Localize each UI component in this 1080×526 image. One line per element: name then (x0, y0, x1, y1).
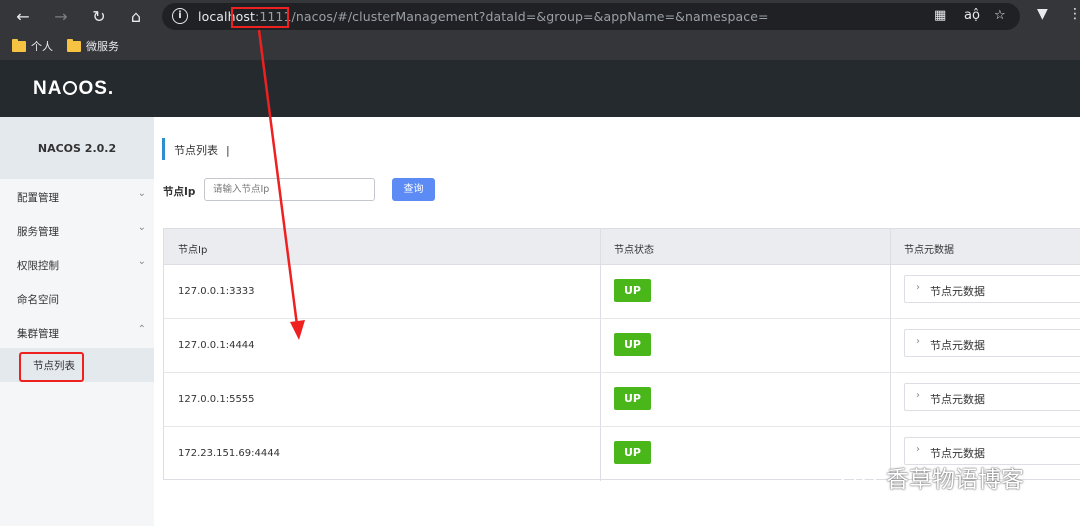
title-divider: | (226, 144, 230, 157)
info-icon[interactable]: i (172, 8, 188, 24)
chevron-down-icon: ⌄ (137, 222, 146, 233)
column-header-status: 节点状态 (614, 245, 654, 256)
address-bar[interactable]: i localhost:1111/nacos/#/clusterManageme… (162, 3, 1020, 30)
sidebar-item-service[interactable]: 服务管理 ⌄ (0, 213, 154, 247)
wechat-icon (840, 465, 876, 489)
bookmark-label: 微服务 (86, 40, 119, 53)
chevron-down-icon: ⌄ (137, 256, 146, 267)
search-button[interactable]: 查询 (392, 178, 435, 201)
node-ip-cell: 127.0.0.1:4444 (178, 340, 255, 351)
chevron-right-icon: › (916, 282, 920, 293)
bookmark-label: 个人 (31, 40, 53, 53)
sidebar-item-cluster[interactable]: 集群管理 ⌃ (0, 315, 154, 349)
folder-icon (12, 38, 26, 52)
annotation-highlight-box (19, 352, 84, 382)
sidebar-item-auth[interactable]: 权限控制 ⌄ (0, 247, 154, 281)
metadata-expander[interactable]: › 节点元数据 (904, 383, 1080, 411)
metadata-label: 节点元数据 (930, 339, 985, 352)
metadata-label: 节点元数据 (930, 285, 985, 298)
metadata-label: 节点元数据 (930, 393, 985, 406)
node-ip-cell: 127.0.0.1:3333 (178, 286, 255, 297)
table-row: 127.0.0.1:5555 UP › 节点元数据 (164, 373, 1080, 427)
sidebar-item-label: 命名空间 (17, 294, 59, 306)
status-badge: UP (614, 387, 651, 410)
metadata-expander[interactable]: › 节点元数据 (904, 275, 1080, 303)
chevron-up-icon: ⌃ (137, 324, 146, 335)
version-title: NACOS 2.0.2 (0, 117, 154, 179)
sidebar-item-label: 权限控制 (17, 260, 59, 272)
metadata-expander[interactable]: › 节点元数据 (904, 329, 1080, 357)
browser-toolbar: ← → ↻ ⌂ i localhost:1111/nacos/#/cluster… (0, 0, 1080, 33)
reload-icon[interactable]: ↻ (88, 6, 110, 28)
chevron-down-icon: ⌄ (137, 188, 146, 199)
node-ip-cell: 127.0.0.1:5555 (178, 394, 255, 405)
more-icon[interactable]: ⋮ (1068, 6, 1080, 22)
home-icon[interactable]: ⌂ (125, 6, 147, 28)
node-table: 节点Ip 节点状态 节点元数据 127.0.0.1:3333 UP › 节点元数… (163, 228, 1080, 481)
favorite-icon[interactable]: ☆ (994, 8, 1006, 24)
search-label: 节点Ip (163, 186, 196, 198)
table-row: 127.0.0.1:4444 UP › 节点元数据 (164, 319, 1080, 373)
bookmark-microservices[interactable]: 微服务 (67, 38, 119, 54)
status-badge: UP (614, 279, 651, 302)
chevron-right-icon: › (916, 390, 920, 401)
back-icon[interactable]: ← (12, 6, 34, 28)
watermark: 香草物语博客 (838, 460, 1024, 494)
sidebar-item-namespace[interactable]: 命名空间 (0, 281, 154, 315)
qr-code-icon[interactable]: ▦ (934, 8, 946, 24)
translate-icon[interactable]: aộ (964, 8, 980, 24)
table-header: 节点Ip 节点状态 节点元数据 (164, 229, 1080, 265)
nacos-logo[interactable]: NA OS. (33, 78, 114, 100)
forward-icon[interactable]: → (50, 6, 72, 28)
bookmarks-bar: 个人 微服务 (0, 33, 1080, 60)
sidebar-item-config[interactable]: 配置管理 ⌄ (0, 179, 154, 213)
folder-icon (67, 38, 81, 52)
sidebar-item-label: 集群管理 (17, 328, 59, 340)
node-ip-cell: 172.23.151.69:4444 (178, 448, 280, 459)
watermark-text: 香草物语博客 (886, 467, 1024, 493)
node-ip-input[interactable] (204, 178, 375, 201)
column-header-ip: 节点Ip (178, 245, 208, 256)
page-title: 节点列表 | (162, 138, 230, 160)
status-badge: UP (614, 441, 651, 464)
table-row: 127.0.0.1:3333 UP › 节点元数据 (164, 265, 1080, 319)
column-header-metadata: 节点元数据 (904, 245, 954, 256)
chevron-right-icon: › (916, 444, 920, 455)
url-path: /nacos/#/clusterManagement?dataId=&group… (291, 9, 769, 24)
status-badge: UP (614, 333, 651, 356)
app-header: NA OS. (0, 60, 1080, 117)
metadata-label: 节点元数据 (930, 447, 985, 460)
sidebar-item-label: 配置管理 (17, 192, 59, 204)
bookmark-personal[interactable]: 个人 (12, 38, 53, 54)
chevron-right-icon: › (916, 336, 920, 347)
annotation-port-box (231, 7, 289, 28)
sidebar-item-label: 服务管理 (17, 226, 59, 238)
extension-icon[interactable]: ▼ (1037, 6, 1048, 22)
sidebar: NACOS 2.0.2 配置管理 ⌄ 服务管理 ⌄ 权限控制 ⌄ 命名空间 集群… (0, 117, 154, 526)
page-title-text: 节点列表 (174, 144, 218, 157)
